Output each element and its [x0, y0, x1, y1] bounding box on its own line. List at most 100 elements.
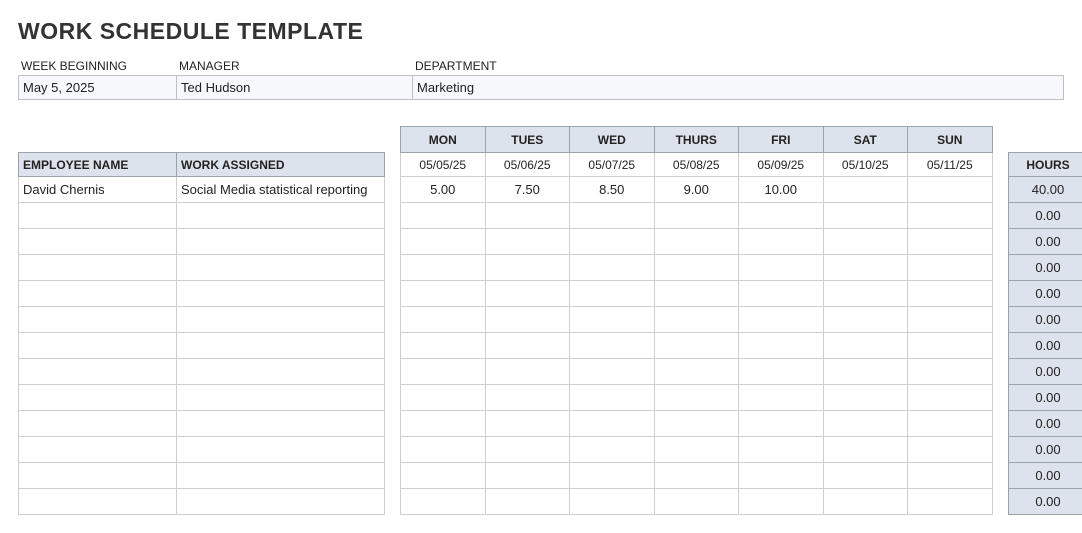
hours-tue[interactable]	[485, 229, 570, 255]
hours-thu[interactable]	[654, 229, 739, 255]
hours-fri[interactable]	[739, 437, 824, 463]
hours-mon[interactable]	[401, 463, 486, 489]
hours-tue[interactable]	[485, 203, 570, 229]
hours-mon[interactable]	[401, 255, 486, 281]
hours-sun[interactable]	[908, 307, 993, 333]
hours-sat[interactable]	[823, 411, 908, 437]
hours-fri[interactable]	[739, 333, 824, 359]
hours-thu[interactable]	[654, 385, 739, 411]
hours-sun[interactable]	[908, 385, 993, 411]
hours-tue[interactable]	[485, 437, 570, 463]
employee-cell[interactable]	[19, 333, 177, 359]
hours-mon[interactable]	[401, 489, 486, 515]
hours-mon[interactable]	[401, 229, 486, 255]
hours-fri[interactable]	[739, 307, 824, 333]
employee-cell[interactable]: David Chernis	[19, 177, 177, 203]
hours-wed[interactable]	[570, 203, 655, 229]
hours-thu[interactable]	[654, 463, 739, 489]
hours-fri[interactable]	[739, 281, 824, 307]
hours-sat[interactable]	[823, 229, 908, 255]
employee-cell[interactable]	[19, 411, 177, 437]
hours-fri[interactable]	[739, 203, 824, 229]
employee-cell[interactable]	[19, 489, 177, 515]
hours-wed[interactable]	[570, 255, 655, 281]
hours-mon[interactable]	[401, 437, 486, 463]
work-cell[interactable]	[177, 385, 385, 411]
hours-thu[interactable]	[654, 307, 739, 333]
work-cell[interactable]: Social Media statistical reporting	[177, 177, 385, 203]
hours-thu[interactable]	[654, 489, 739, 515]
employee-cell[interactable]	[19, 203, 177, 229]
work-cell[interactable]	[177, 463, 385, 489]
manager-value[interactable]: Ted Hudson	[177, 76, 413, 99]
week-beginning-value[interactable]: May 5, 2025	[19, 76, 177, 99]
hours-mon[interactable]	[401, 411, 486, 437]
hours-sun[interactable]	[908, 255, 993, 281]
employee-cell[interactable]	[19, 385, 177, 411]
hours-sun[interactable]	[908, 359, 993, 385]
hours-mon[interactable]	[401, 281, 486, 307]
hours-thu[interactable]	[654, 437, 739, 463]
hours-wed[interactable]	[570, 229, 655, 255]
hours-sat[interactable]	[823, 203, 908, 229]
hours-wed[interactable]	[570, 307, 655, 333]
hours-fri[interactable]	[739, 411, 824, 437]
hours-thu[interactable]	[654, 333, 739, 359]
hours-wed[interactable]	[570, 385, 655, 411]
hours-tue[interactable]	[485, 281, 570, 307]
hours-wed[interactable]	[570, 333, 655, 359]
hours-mon[interactable]	[401, 307, 486, 333]
hours-wed[interactable]	[570, 463, 655, 489]
employee-cell[interactable]	[19, 255, 177, 281]
hours-tue[interactable]	[485, 307, 570, 333]
hours-sun[interactable]	[908, 489, 993, 515]
hours-mon[interactable]	[401, 333, 486, 359]
hours-tue[interactable]	[485, 489, 570, 515]
hours-tue[interactable]	[485, 333, 570, 359]
hours-thu[interactable]	[654, 411, 739, 437]
work-cell[interactable]	[177, 307, 385, 333]
hours-thu[interactable]	[654, 359, 739, 385]
hours-sun[interactable]	[908, 333, 993, 359]
hours-fri[interactable]	[739, 385, 824, 411]
work-cell[interactable]	[177, 359, 385, 385]
hours-tue[interactable]	[485, 359, 570, 385]
hours-fri[interactable]: 10.00	[739, 177, 824, 203]
employee-cell[interactable]	[19, 281, 177, 307]
hours-wed[interactable]	[570, 359, 655, 385]
hours-wed[interactable]	[570, 411, 655, 437]
hours-tue[interactable]	[485, 463, 570, 489]
hours-sun[interactable]	[908, 203, 993, 229]
hours-thu[interactable]: 9.00	[654, 177, 739, 203]
work-cell[interactable]	[177, 411, 385, 437]
hours-wed[interactable]: 8.50	[570, 177, 655, 203]
hours-sat[interactable]	[823, 333, 908, 359]
hours-sat[interactable]	[823, 489, 908, 515]
hours-thu[interactable]	[654, 255, 739, 281]
hours-fri[interactable]	[739, 359, 824, 385]
hours-sat[interactable]	[823, 385, 908, 411]
work-cell[interactable]	[177, 437, 385, 463]
hours-sat[interactable]	[823, 437, 908, 463]
hours-mon[interactable]: 5.00	[401, 177, 486, 203]
hours-mon[interactable]	[401, 385, 486, 411]
hours-sat[interactable]	[823, 281, 908, 307]
work-cell[interactable]	[177, 255, 385, 281]
hours-fri[interactable]	[739, 255, 824, 281]
employee-cell[interactable]	[19, 437, 177, 463]
hours-mon[interactable]	[401, 359, 486, 385]
employee-cell[interactable]	[19, 229, 177, 255]
hours-sun[interactable]	[908, 411, 993, 437]
hours-tue[interactable]	[485, 385, 570, 411]
hours-wed[interactable]	[570, 281, 655, 307]
hours-tue[interactable]	[485, 411, 570, 437]
work-cell[interactable]	[177, 203, 385, 229]
hours-wed[interactable]	[570, 489, 655, 515]
hours-sat[interactable]	[823, 177, 908, 203]
hours-sat[interactable]	[823, 463, 908, 489]
hours-sat[interactable]	[823, 359, 908, 385]
hours-sun[interactable]	[908, 281, 993, 307]
employee-cell[interactable]	[19, 307, 177, 333]
department-value[interactable]: Marketing	[413, 80, 1063, 95]
hours-sun[interactable]	[908, 463, 993, 489]
